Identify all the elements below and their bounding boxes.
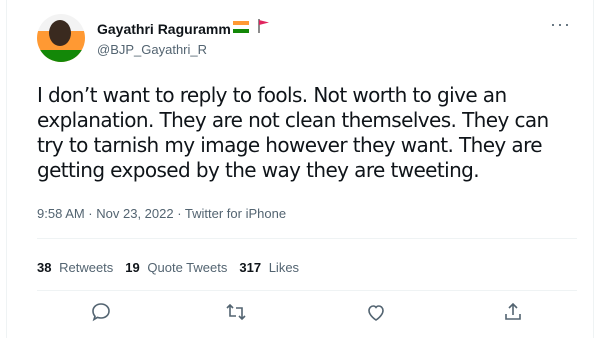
likes-count: 317	[239, 260, 262, 275]
tweet-card: Gayathri Raguramm @BJP_Gayathri_R ··· I …	[6, 0, 594, 338]
author-name[interactable]: Gayathri Raguramm	[97, 21, 231, 37]
reply-button[interactable]	[89, 300, 113, 324]
avatar-face	[49, 20, 71, 46]
retweet-button[interactable]	[224, 300, 248, 324]
more-options-button[interactable]: ···	[550, 15, 571, 33]
likes-label: Likes	[268, 260, 300, 275]
tweet-text: I don’t want to reply to fools. Not wort…	[37, 83, 549, 182]
divider-top	[37, 238, 577, 239]
like-button[interactable]	[364, 300, 388, 324]
tweet-actions	[37, 300, 577, 330]
divider-bottom	[37, 290, 577, 291]
india-flag-icon	[233, 21, 249, 33]
retweets-label: Retweets	[59, 260, 114, 275]
avatar-green-band	[37, 50, 85, 62]
avatar[interactable]	[37, 14, 85, 62]
share-icon	[505, 302, 521, 320]
red-flag-icon	[258, 19, 269, 33]
tweet-meta[interactable]: 9:58 AM · Nov 23, 2022 · Twitter for iPh…	[37, 206, 286, 221]
author-handle[interactable]: @BJP_Gayathri_R	[97, 42, 207, 57]
like-icon	[368, 305, 384, 321]
quotes-label: Quote Tweets	[147, 260, 228, 275]
tweet-stats: 38 Retweets 19 Quote Tweets 317 Likes	[37, 260, 299, 275]
share-button[interactable]	[501, 300, 525, 324]
quotes-stat[interactable]: 19 Quote Tweets	[125, 260, 227, 275]
quotes-count: 19	[125, 260, 140, 275]
retweets-count: 38	[37, 260, 52, 275]
retweets-stat[interactable]: 38 Retweets	[37, 260, 113, 275]
likes-stat[interactable]: 317 Likes	[239, 260, 299, 275]
reply-icon	[92, 303, 110, 322]
retweet-icon	[226, 303, 246, 321]
